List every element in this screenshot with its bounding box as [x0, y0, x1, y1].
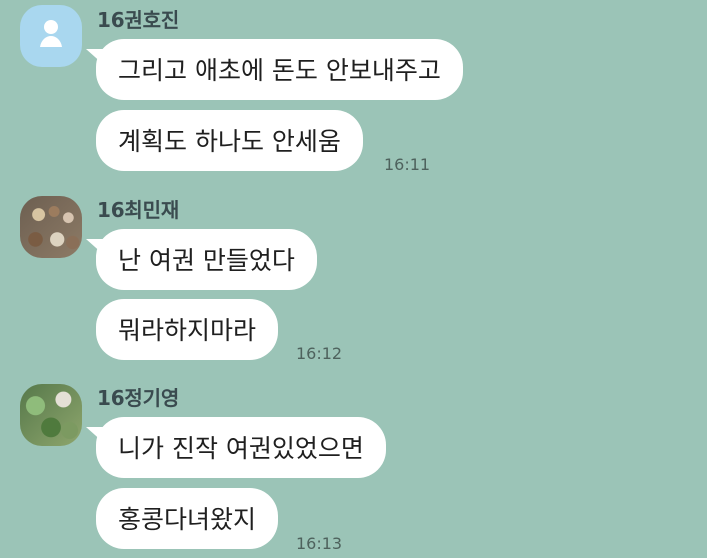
avatar[interactable] — [20, 5, 82, 67]
message-bubble[interactable]: 뭐라하지마라 — [96, 299, 279, 360]
avatar[interactable] — [20, 384, 82, 446]
message-time: 16:13 — [296, 534, 343, 553]
message-bubble[interactable]: 그리고 애초에 돈도 안보내주고 — [96, 39, 463, 100]
message-time: 16:11 — [384, 155, 431, 174]
message-text: 계획도 하나도 안세움 — [118, 126, 341, 156]
user-icon — [40, 20, 62, 47]
chat-thread: 16권호진 그리고 애초에 돈도 안보내주고 계획도 하나도 안세움 16:11… — [0, 0, 707, 558]
message-text: 니가 진작 여권있었으면 — [118, 433, 364, 463]
message-text: 뭐라하지마라 — [118, 315, 257, 345]
message-bubble[interactable]: 난 여권 만들었다 — [96, 229, 317, 290]
message-bubble[interactable]: 홍콩다녀왔지 — [96, 488, 279, 549]
message-bubble[interactable]: 계획도 하나도 안세움 — [96, 110, 363, 171]
sender-name: 16최민재 — [97, 198, 180, 222]
sender-name: 16권호진 — [97, 8, 180, 32]
avatar[interactable] — [20, 196, 82, 258]
message-bubble[interactable]: 니가 진작 여권있었으면 — [96, 417, 386, 478]
message-time: 16:12 — [296, 344, 343, 363]
message-text: 그리고 애초에 돈도 안보내주고 — [118, 55, 441, 85]
message-text: 홍콩다녀왔지 — [118, 504, 257, 534]
sender-name: 16정기영 — [97, 386, 180, 410]
message-text: 난 여권 만들었다 — [118, 245, 295, 275]
